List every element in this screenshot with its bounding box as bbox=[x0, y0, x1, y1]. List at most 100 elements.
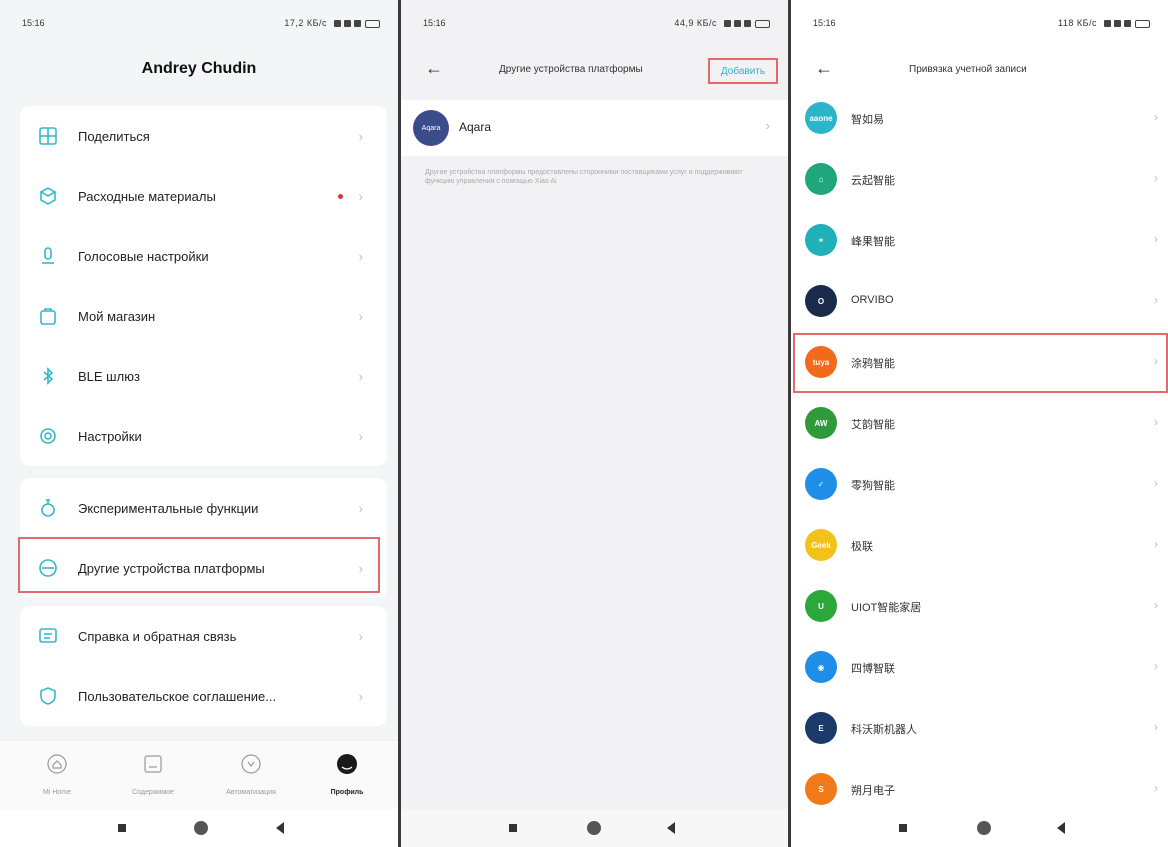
chevron-right-icon: › bbox=[358, 188, 363, 204]
home-button[interactable] bbox=[194, 821, 208, 835]
flask-icon bbox=[41, 499, 55, 517]
status-time: 15:16 bbox=[22, 18, 45, 28]
menu-item[interactable]: Расходные материалы › bbox=[20, 166, 387, 226]
tab-content[interactable]: Содержимое bbox=[108, 753, 198, 799]
platform-name: UIOT智能家居 bbox=[851, 602, 922, 614]
settings-icon bbox=[40, 428, 56, 444]
content-icon bbox=[144, 755, 162, 773]
help-icon bbox=[39, 628, 57, 643]
network-speed: 44,9 КБ/с bbox=[674, 18, 717, 28]
menu-item-label: Пользовательское соглашение... bbox=[78, 688, 277, 704]
menu-item[interactable]: BLE шлюз › bbox=[20, 346, 387, 406]
network-speed: 17,2 КБ/с bbox=[284, 18, 327, 28]
platform-row[interactable]: U UIOT智能家居 › bbox=[791, 576, 1168, 637]
platform-name: 零狗智能 bbox=[851, 480, 895, 492]
recents-button[interactable] bbox=[899, 824, 907, 832]
menu-item-label: BLE шлюз bbox=[78, 368, 140, 384]
platform-name: 四博智联 bbox=[851, 663, 895, 675]
chevron-right-icon: › bbox=[358, 248, 363, 264]
platform-row[interactable]: aaone 智如易 › bbox=[791, 88, 1168, 149]
menu-item[interactable]: Экспериментальные функции › bbox=[20, 478, 387, 538]
tab-automation[interactable]: Автоматизация bbox=[206, 753, 296, 799]
profile-screen: 15:16 17,2 КБ/с Andrey Chudin Поделиться… bbox=[0, 0, 398, 847]
recents-button[interactable] bbox=[118, 824, 126, 832]
status-bar: 15:16 44,9 КБ/с bbox=[401, 18, 788, 34]
account-binding-screen: 15:16 118 КБ/с ← Привязка учетной записи… bbox=[791, 0, 1168, 847]
platform-row[interactable]: ⌂ 云起智能 › bbox=[791, 149, 1168, 210]
notification-dot bbox=[338, 193, 343, 199]
page-title: Другие устройства платформы bbox=[499, 64, 643, 75]
chevron-right-icon: › bbox=[1154, 232, 1158, 246]
header: ← Привязка учетной записи bbox=[791, 52, 1168, 92]
system-nav-bar bbox=[401, 809, 788, 847]
platform-logo-icon: ✓ bbox=[805, 468, 837, 500]
profile-icon bbox=[337, 754, 357, 774]
platform-logo-icon: S bbox=[805, 773, 837, 805]
back-button[interactable] bbox=[276, 822, 284, 834]
menu-item[interactable]: Голосовые настройки › bbox=[20, 226, 387, 286]
chevron-right-icon: › bbox=[1154, 537, 1158, 551]
header: ← Другие устройства платформы Добавить bbox=[401, 52, 788, 92]
menu-card-3: Справка и обратная связь › Пользовательско… bbox=[20, 606, 387, 726]
chevron-right-icon: › bbox=[358, 628, 363, 644]
tab-label: Mi Home bbox=[42, 789, 71, 796]
chevron-right-icon: › bbox=[1154, 781, 1158, 795]
platform-logo-icon: O bbox=[805, 285, 837, 317]
menu-item-label: Экспериментальные функции bbox=[78, 500, 259, 516]
menu-item-label: Голосовые настройки bbox=[78, 248, 209, 264]
tab-profile[interactable]: Профиль bbox=[302, 753, 392, 799]
back-button[interactable] bbox=[1057, 822, 1065, 834]
menu-item[interactable]: Справка и обратная связь › bbox=[20, 606, 387, 666]
device-row-aqara[interactable]: Aqara Aqara › bbox=[401, 100, 788, 156]
back-arrow-icon[interactable]: ← bbox=[815, 58, 833, 79]
menu-item[interactable]: Пользовательское соглашение... › bbox=[20, 666, 387, 726]
platform-name: 云起智能 bbox=[851, 175, 895, 187]
platform-logo-icon: U bbox=[805, 590, 837, 622]
back-button[interactable] bbox=[667, 822, 675, 834]
platform-name: 峰果智能 bbox=[851, 236, 895, 248]
platform-logo-icon: E bbox=[805, 712, 837, 744]
add-button[interactable]: Добавить bbox=[708, 58, 778, 84]
platform-logo-icon: Geek bbox=[805, 529, 837, 561]
home-button[interactable] bbox=[977, 821, 991, 835]
home-icon bbox=[47, 754, 67, 774]
status-time: 15:16 bbox=[813, 18, 836, 28]
device-label: Aqara bbox=[459, 120, 492, 134]
platform-row[interactable]: ✶ 峰果智能 › bbox=[791, 210, 1168, 271]
status-icons bbox=[331, 18, 380, 28]
status-bar: 15:16 17,2 КБ/с bbox=[0, 18, 398, 34]
menu-item[interactable]: Мой магазин › bbox=[20, 286, 387, 346]
menu-item-label: Поделиться bbox=[78, 128, 150, 144]
back-arrow-icon[interactable]: ← bbox=[425, 58, 443, 79]
tab-label: Автоматизация bbox=[226, 789, 276, 796]
chevron-right-icon: › bbox=[358, 500, 363, 516]
platform-name: ORVIBO bbox=[851, 294, 894, 306]
tab-label: Содержимое bbox=[132, 789, 174, 796]
platform-name: 科沃斯机器人 bbox=[851, 724, 917, 736]
chevron-right-icon: › bbox=[358, 128, 363, 144]
menu-item-label: Мой магазин bbox=[78, 308, 156, 324]
shop-icon bbox=[40, 308, 56, 325]
platform-row[interactable]: O ORVIBO › bbox=[791, 271, 1168, 332]
menu-card-1: Поделиться › Расходные материалы › Голосовые… bbox=[20, 106, 387, 466]
chevron-right-icon: › bbox=[358, 688, 363, 704]
home-button[interactable] bbox=[587, 821, 601, 835]
system-nav-bar bbox=[791, 809, 1168, 847]
platform-name: 朔月电子 bbox=[851, 785, 895, 797]
menu-item[interactable]: Настройки › bbox=[20, 406, 387, 466]
platform-row[interactable]: Geek 极联 › bbox=[791, 515, 1168, 576]
chevron-right-icon: › bbox=[358, 368, 363, 384]
platform-row[interactable]: ◉ 四博智联 › bbox=[791, 637, 1168, 698]
platform-row[interactable]: AW 艾韵智能 › bbox=[791, 393, 1168, 454]
highlight-box bbox=[793, 333, 1168, 393]
aqara-logo-icon: Aqara bbox=[413, 110, 449, 146]
menu-item[interactable]: Поделиться › bbox=[20, 106, 387, 166]
platform-row[interactable]: E 科沃斯机器人 › bbox=[791, 698, 1168, 759]
chevron-right-icon: › bbox=[358, 428, 363, 444]
tab-mi-home[interactable]: Mi Home bbox=[12, 753, 102, 799]
chevron-right-icon: › bbox=[1154, 476, 1158, 490]
recents-button[interactable] bbox=[509, 824, 517, 832]
platform-logo-icon: ◉ bbox=[805, 651, 837, 683]
platform-row[interactable]: ✓ 零狗智能 › bbox=[791, 454, 1168, 515]
tab-bar: Mi Home Содержимое Автоматизация Профиль bbox=[0, 740, 398, 810]
